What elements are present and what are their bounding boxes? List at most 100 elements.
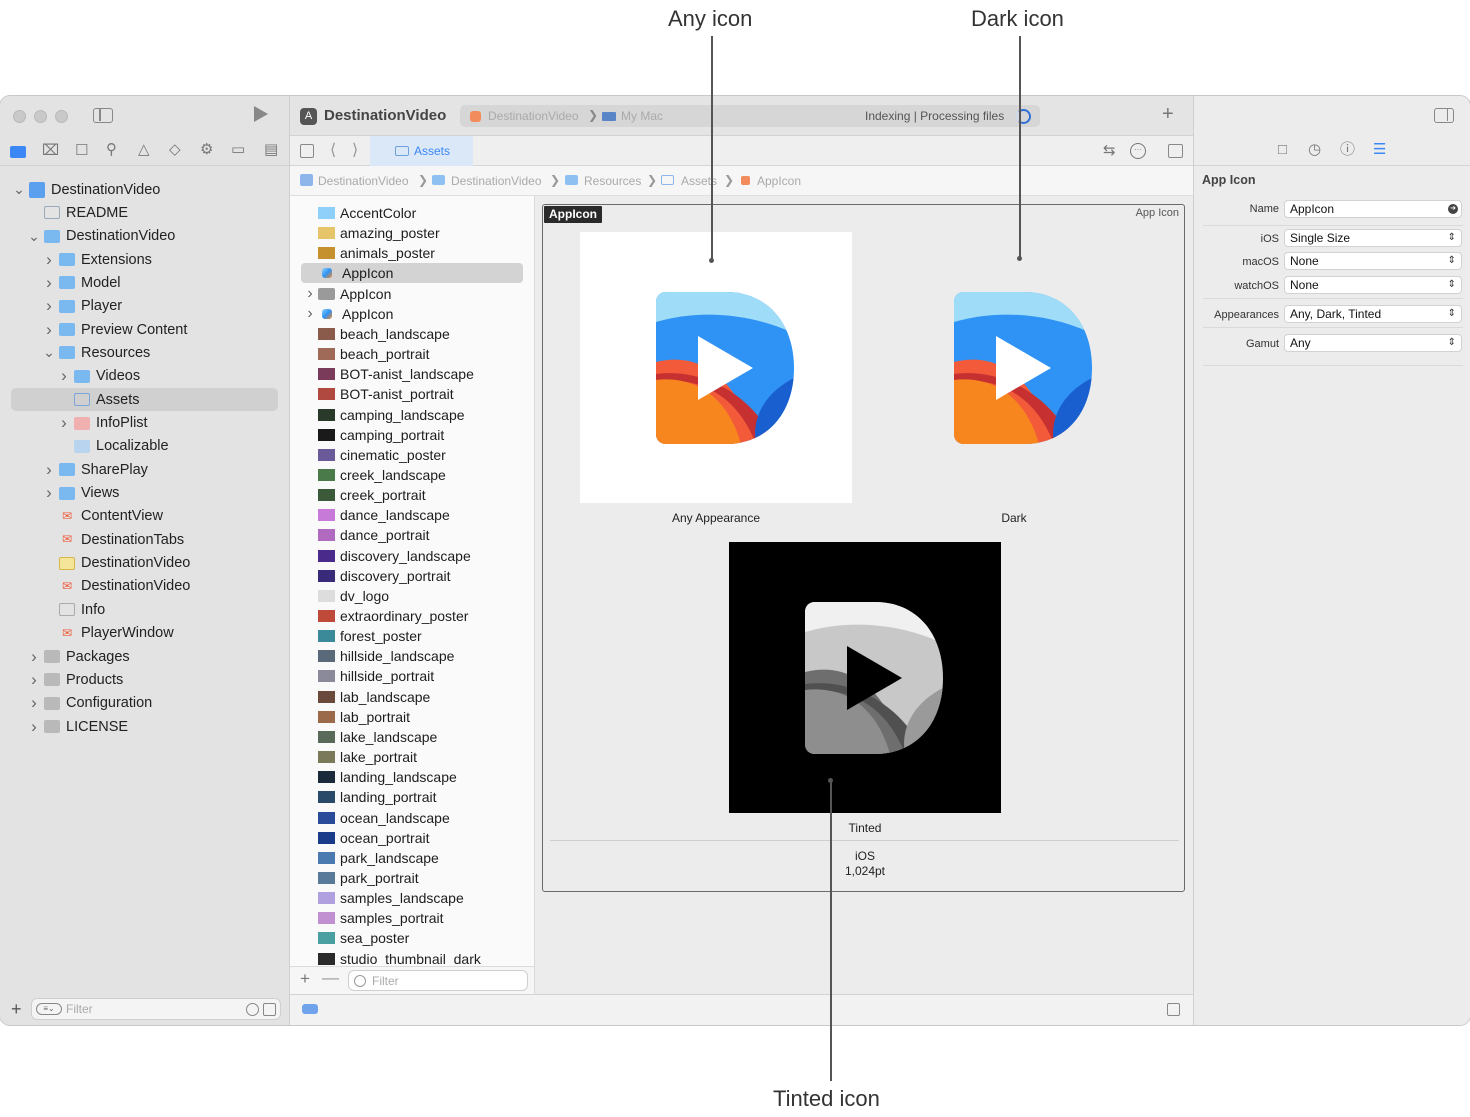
asset-list-item[interactable]: lab_landscape <box>290 687 430 707</box>
sidebar-item[interactable]: Localizable <box>57 435 169 458</box>
inspector-toggle-icon[interactable] <box>1434 108 1454 123</box>
debug-icon[interactable]: ⚙ <box>200 142 213 158</box>
navigator-filter-field[interactable]: ≡⌄ Filter <box>31 998 281 1020</box>
project-navigator-folder-icon[interactable] <box>10 146 26 158</box>
sidebar-item[interactable]: ⌄ Resources <box>42 341 150 364</box>
swap-icon[interactable]: ⇆ <box>1103 141 1116 159</box>
sidebar-item[interactable]: ✉ ContentView <box>42 505 163 528</box>
modified-files-icon[interactable] <box>263 1003 276 1016</box>
go-arrow-icon[interactable]: ➜ <box>1448 204 1458 214</box>
disclosure-right-icon[interactable]: › <box>42 460 56 480</box>
asset-list-item[interactable]: camping_landscape <box>290 405 465 425</box>
ios-popup[interactable]: Single Size ⇕ <box>1284 229 1462 247</box>
asset-list-item[interactable]: samples_landscape <box>290 888 464 908</box>
add-file-icon[interactable]: + <box>11 999 22 1020</box>
jump-bar-appicon[interactable]: AppIcon <box>757 174 801 188</box>
gamut-popup[interactable]: Any ⇕ <box>1284 334 1462 352</box>
sidebar-item[interactable]: › Extensions <box>42 248 152 271</box>
asset-list-item[interactable]: amazing_poster <box>290 223 440 243</box>
close-window-button[interactable] <box>13 110 26 123</box>
report-icon[interactable]: ▤ <box>264 142 278 158</box>
minimize-window-button[interactable] <box>34 110 47 123</box>
source-control-icon[interactable]: ⌧ <box>42 143 59 159</box>
disclosure-right-icon[interactable]: › <box>302 305 318 323</box>
sidebar-item[interactable]: ✉ DestinationTabs <box>42 528 184 551</box>
any-appearance-well[interactable] <box>580 232 852 503</box>
sidebar-item[interactable]: › Player <box>42 295 122 318</box>
asset-list-item[interactable]: lab_portrait <box>290 707 410 727</box>
sidebar-item[interactable]: › Model <box>42 271 120 294</box>
disclosure-down-icon[interactable]: ⌄ <box>42 344 56 361</box>
disclosure-right-icon[interactable]: › <box>57 413 71 433</box>
asset-list-item[interactable]: discovery_landscape <box>290 546 471 566</box>
asset-list-item[interactable]: park_landscape <box>290 848 439 868</box>
related-items-icon[interactable] <box>300 144 314 158</box>
asset-list-item[interactable]: hillside_portrait <box>290 666 434 686</box>
disclosure-right-icon[interactable]: › <box>42 483 56 503</box>
sidebar-item[interactable]: › SharePlay <box>42 458 148 481</box>
sidebar-toggle-icon[interactable] <box>93 108 113 123</box>
watchos-popup[interactable]: None ⇕ <box>1284 276 1462 294</box>
asset-list-item[interactable]: samples_portrait <box>290 908 444 928</box>
asset-list-item[interactable]: lake_landscape <box>290 727 437 747</box>
disclosure-right-icon[interactable]: › <box>27 670 41 690</box>
name-field[interactable]: AppIcon ➜ <box>1284 200 1462 218</box>
asset-list-item[interactable]: beach_landscape <box>290 324 450 344</box>
forward-chevron-icon[interactable]: ⟩ <box>352 140 358 160</box>
sidebar-item[interactable]: › Products <box>27 668 123 691</box>
zoom-window-button[interactable] <box>55 110 68 123</box>
sidebar-item[interactable]: › Configuration <box>27 692 152 715</box>
back-chevron-icon[interactable]: ⟨ <box>330 140 336 160</box>
sidebar-item[interactable]: Assets <box>11 388 278 412</box>
sidebar-item[interactable]: ✉ PlayerWindow <box>42 622 174 645</box>
disclosure-right-icon[interactable]: › <box>42 320 56 340</box>
sidebar-item[interactable]: README <box>27 201 128 224</box>
macos-popup[interactable]: None ⇕ <box>1284 252 1462 270</box>
breakpoint-icon[interactable]: ▭ <box>231 142 245 158</box>
disclosure-right-icon[interactable]: › <box>57 366 71 386</box>
asset-list-item[interactable]: lake_portrait <box>290 747 417 767</box>
asset-filter-field[interactable]: Filter <box>348 970 528 991</box>
appearances-popup[interactable]: Any, Dark, Tinted ⇕ <box>1284 305 1462 323</box>
warning-icon[interactable]: △ <box>138 142 150 158</box>
file-inspector-icon[interactable]: □ <box>1278 142 1287 158</box>
asset-list-item[interactable]: ocean_landscape <box>290 808 450 828</box>
more-options-icon[interactable]: ··· <box>1130 143 1146 159</box>
sidebar-item[interactable]: Info <box>42 598 105 621</box>
asset-list-item[interactable]: hillside_landscape <box>290 646 454 666</box>
dark-appearance-well[interactable] <box>878 232 1150 503</box>
asset-list-item[interactable]: AccentColor <box>290 203 416 223</box>
asset-list-item[interactable]: creek_portrait <box>290 485 426 505</box>
sidebar-item[interactable]: › Preview Content <box>42 318 187 341</box>
sidebar-item[interactable]: › LICENSE <box>27 715 128 738</box>
history-inspector-icon[interactable]: ◷ <box>1308 142 1321 158</box>
disclosure-right-icon[interactable]: › <box>27 647 41 667</box>
bookmark-icon[interactable]: ☐ <box>75 143 88 159</box>
asset-list-item[interactable]: forest_poster <box>290 626 422 646</box>
disclosure-right-icon[interactable]: › <box>302 285 318 303</box>
asset-list-item[interactable]: BOT-anist_landscape <box>290 364 474 384</box>
sidebar-item[interactable]: › InfoPlist <box>57 412 147 435</box>
remove-asset-icon[interactable]: — <box>322 968 339 988</box>
asset-list-item[interactable]: dv_logo <box>290 586 389 606</box>
asset-list-item[interactable]: dance_portrait <box>290 525 430 545</box>
disclosure-down-icon[interactable]: ⌄ <box>27 228 41 245</box>
help-inspector-icon[interactable]: ⓘ <box>1340 142 1355 158</box>
sidebar-item[interactable]: ⌄ DestinationVideo <box>12 178 160 201</box>
asset-list-item[interactable]: extraordinary_poster <box>290 606 468 626</box>
asset-list-item[interactable]: beach_portrait <box>290 344 430 364</box>
asset-list-item[interactable]: › AppIcon <box>290 304 393 324</box>
asset-list-item[interactable]: discovery_portrait <box>290 566 451 586</box>
console-indicator-icon[interactable] <box>302 1004 318 1014</box>
disclosure-right-icon[interactable]: › <box>42 250 56 270</box>
sidebar-item[interactable]: ⌄ DestinationVideo <box>27 225 175 248</box>
asset-list-item[interactable]: park_portrait <box>290 868 419 888</box>
asset-list-item[interactable]: dance_landscape <box>290 505 450 525</box>
tab-assets[interactable]: Assets <box>370 136 473 166</box>
scheme-selector[interactable]: DestinationVideo <box>488 109 579 123</box>
add-tab-icon[interactable]: + <box>1162 103 1174 126</box>
destination-selector[interactable]: My Mac <box>621 109 663 123</box>
asset-list-item[interactable]: AppIcon <box>301 263 523 284</box>
sidebar-item[interactable]: › Views <box>42 482 119 505</box>
jump-bar-project[interactable]: DestinationVideo <box>318 174 409 188</box>
